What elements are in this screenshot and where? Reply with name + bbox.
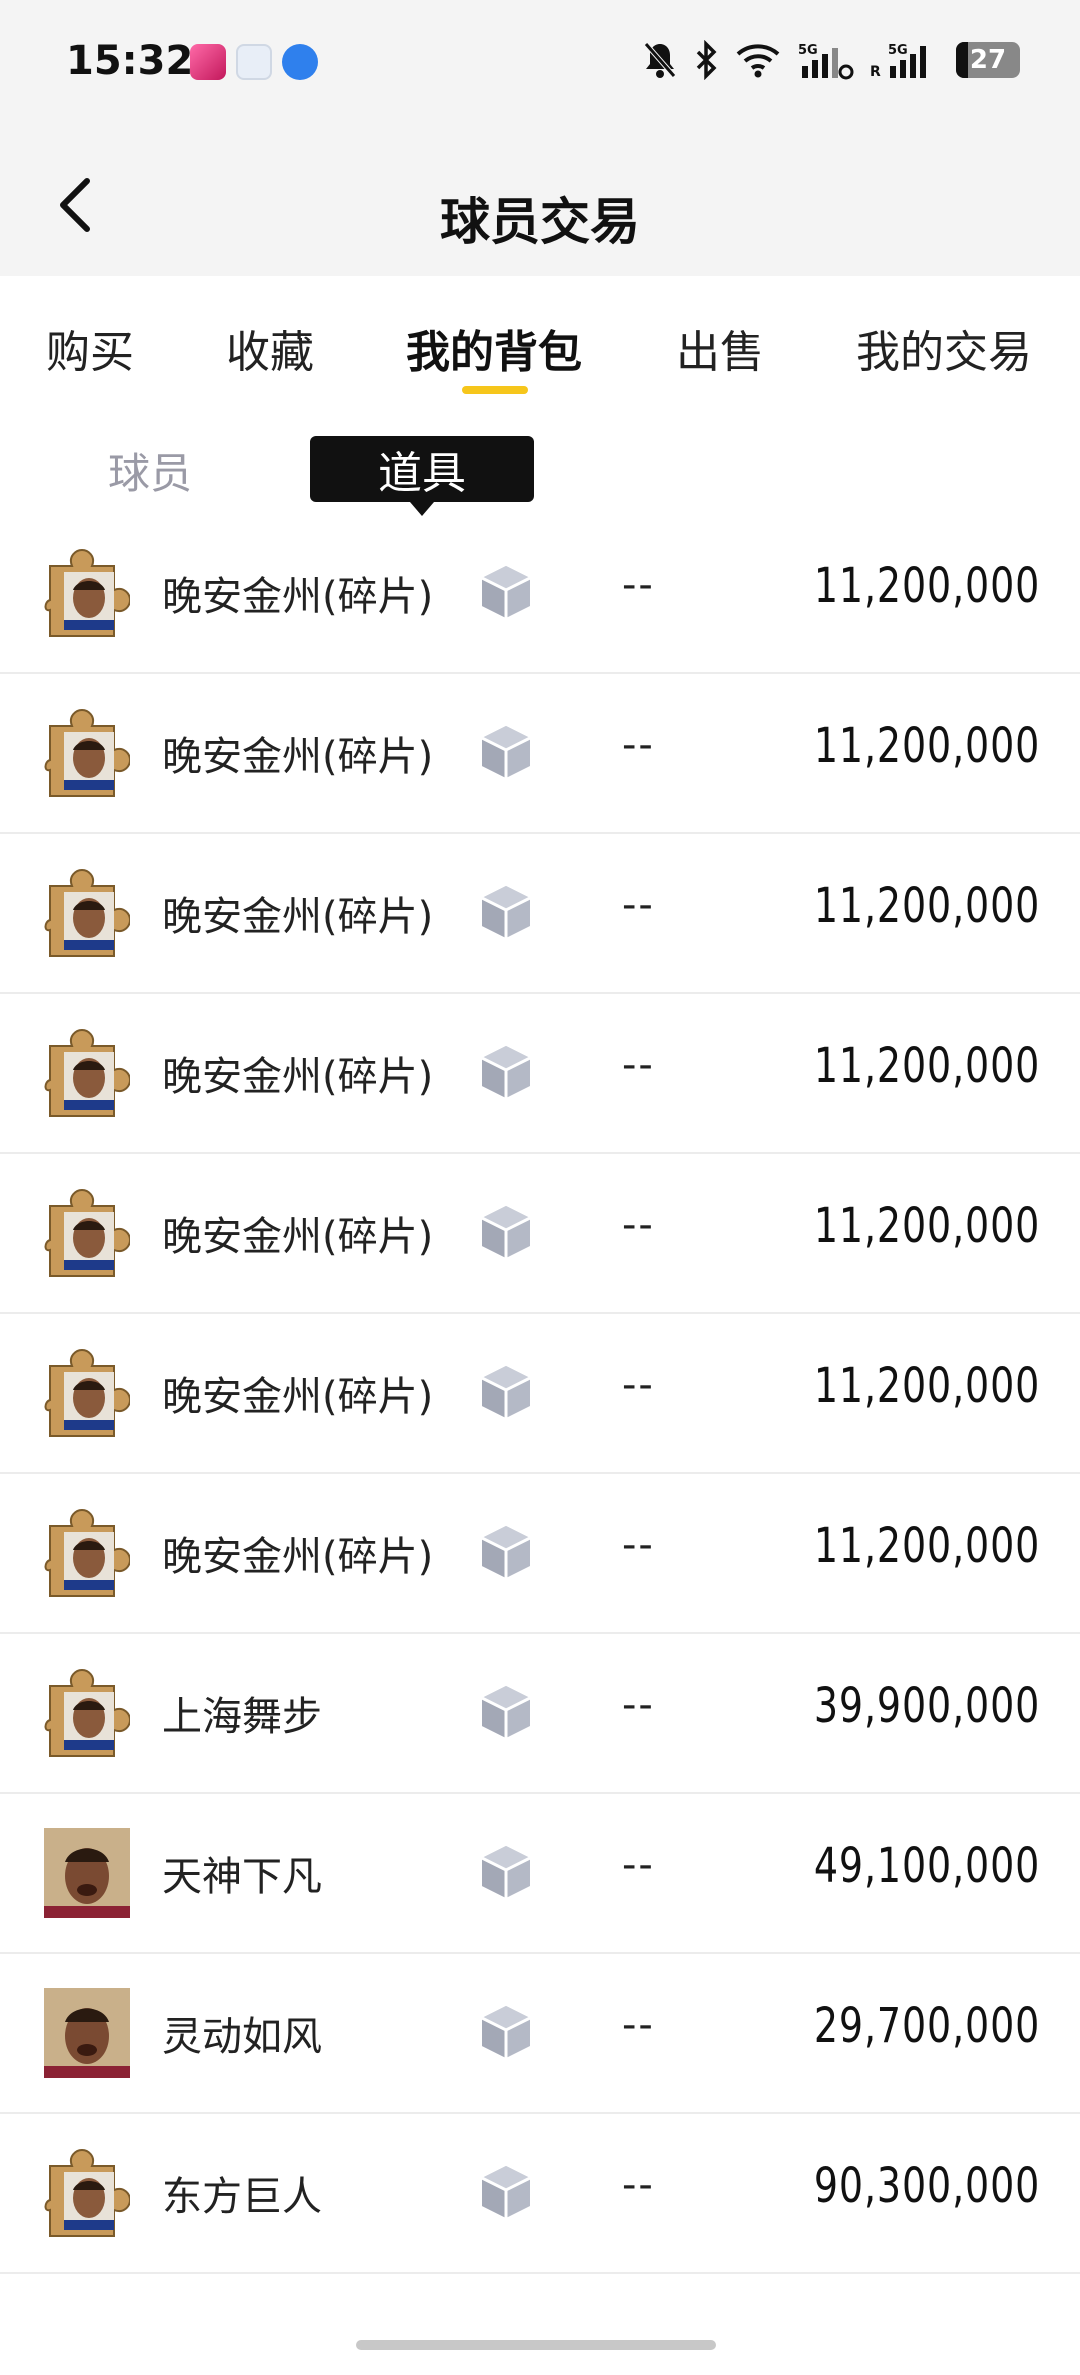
status-time: 15:32 bbox=[66, 38, 194, 84]
item-value: -- bbox=[622, 2162, 655, 2208]
battery-icon: 27 bbox=[956, 42, 1020, 78]
puzzle-player-avatar bbox=[44, 708, 132, 798]
item-value: -- bbox=[622, 1202, 655, 1248]
signal-5g-r-icon: R 5G bbox=[870, 40, 940, 80]
tab-bar: 购买 收藏 我的背包 出售 我的交易 bbox=[0, 276, 1080, 406]
status-indicators: 5G R 5G 27 bbox=[642, 40, 1020, 80]
item-name: 灵动如风 bbox=[162, 2014, 322, 2060]
home-indicator[interactable] bbox=[356, 2340, 716, 2350]
status-bar: 15:32 5G R 5G 27 bbox=[0, 0, 1080, 130]
item-price: 11,200,000 bbox=[813, 1518, 1040, 1574]
player-photo-avatar bbox=[44, 1828, 130, 1918]
item-price: 11,200,000 bbox=[813, 1038, 1040, 1094]
puzzle-player-avatar bbox=[44, 548, 132, 638]
item-name: 晚安金州(碎片) bbox=[162, 1054, 434, 1100]
signal-5g-icon: 5G bbox=[798, 40, 854, 80]
tab-favorites[interactable]: 收藏 bbox=[226, 316, 314, 380]
cube-icon bbox=[478, 2002, 534, 2062]
cube-icon bbox=[478, 722, 534, 782]
wifi-icon bbox=[734, 40, 782, 80]
app-notification-icon bbox=[236, 44, 272, 80]
app-notification-icon bbox=[282, 44, 318, 80]
cube-icon bbox=[478, 2162, 534, 2222]
item-value: -- bbox=[622, 882, 655, 928]
app-notification-icon bbox=[190, 44, 226, 80]
item-price: 11,200,000 bbox=[813, 1358, 1040, 1414]
cube-icon bbox=[478, 1362, 534, 1422]
item-value: -- bbox=[622, 1522, 655, 1568]
item-price: 29,700,000 bbox=[813, 1998, 1040, 2054]
item-name: 晚安金州(碎片) bbox=[162, 734, 434, 780]
active-tab-indicator bbox=[462, 386, 528, 394]
cube-icon bbox=[478, 1842, 534, 1902]
item-value: -- bbox=[622, 1362, 655, 1408]
tab-sell[interactable]: 出售 bbox=[676, 316, 764, 380]
svg-text:5G: 5G bbox=[798, 43, 818, 58]
list-item[interactable]: 晚安金州(碎片) -- 11,200,000 bbox=[0, 834, 1080, 994]
cube-icon bbox=[478, 1202, 534, 1262]
item-price: 11,200,000 bbox=[813, 558, 1040, 614]
puzzle-player-avatar bbox=[44, 2148, 132, 2238]
list-item[interactable]: 晚安金州(碎片) -- 11,200,000 bbox=[0, 994, 1080, 1154]
page-title: 球员交易 bbox=[440, 193, 640, 251]
item-price: 39,900,000 bbox=[813, 1678, 1040, 1734]
item-value: -- bbox=[622, 1842, 655, 1888]
item-name: 晚安金州(碎片) bbox=[162, 894, 434, 940]
puzzle-player-avatar bbox=[44, 1348, 132, 1438]
list-item[interactable]: 上海舞步 -- 39,900,000 bbox=[0, 1634, 1080, 1794]
puzzle-player-avatar bbox=[44, 1188, 132, 1278]
item-price: 11,200,000 bbox=[813, 718, 1040, 774]
list-item[interactable]: 晚安金州(碎片) -- 11,200,000 bbox=[0, 1474, 1080, 1634]
item-value: -- bbox=[622, 562, 655, 608]
item-name: 东方巨人 bbox=[162, 2174, 322, 2220]
item-value: -- bbox=[622, 1682, 655, 1728]
list-item[interactable]: 晚安金州(碎片) -- 11,200,000 bbox=[0, 674, 1080, 834]
tab-my-backpack[interactable]: 我的背包 bbox=[406, 316, 582, 380]
puzzle-player-avatar bbox=[44, 1508, 132, 1598]
cube-icon bbox=[478, 1042, 534, 1102]
cube-icon bbox=[478, 882, 534, 942]
item-name: 晚安金州(碎片) bbox=[162, 1534, 434, 1580]
cube-icon bbox=[478, 562, 534, 622]
list-item[interactable]: 天神下凡 -- 49,100,000 bbox=[0, 1794, 1080, 1954]
item-value: -- bbox=[622, 2002, 655, 2048]
item-name: 天神下凡 bbox=[162, 1854, 322, 1900]
list-item[interactable]: 灵动如风 -- 29,700,000 bbox=[0, 1954, 1080, 2114]
item-value: -- bbox=[622, 1042, 655, 1088]
list-item[interactable]: 东方巨人 -- 90,300,000 bbox=[0, 2114, 1080, 2274]
bluetooth-icon bbox=[694, 40, 718, 80]
item-price: 11,200,000 bbox=[813, 1198, 1040, 1254]
item-price: 90,300,000 bbox=[813, 2158, 1040, 2214]
tab-my-trades[interactable]: 我的交易 bbox=[856, 316, 1032, 380]
svg-text:R: R bbox=[870, 64, 881, 80]
list-item[interactable]: 晚安金州(碎片) -- 11,200,000 bbox=[0, 1154, 1080, 1314]
item-list: 晚安金州(碎片) -- 11,200,000 晚安金州(碎片) -- 11,200,000… bbox=[0, 514, 1080, 2274]
mute-bell-icon bbox=[642, 40, 678, 80]
item-name: 晚安金州(碎片) bbox=[162, 574, 434, 620]
list-item[interactable]: 晚安金州(碎片) -- 11,200,000 bbox=[0, 1314, 1080, 1474]
item-name: 上海舞步 bbox=[162, 1694, 322, 1740]
player-photo-avatar bbox=[44, 1988, 130, 2078]
item-value: -- bbox=[622, 722, 655, 768]
nav-bar: 球员交易 bbox=[0, 130, 1080, 276]
puzzle-player-avatar bbox=[44, 1028, 132, 1118]
list-item[interactable]: 晚安金州(碎片) -- 11,200,000 bbox=[0, 514, 1080, 674]
cube-icon bbox=[478, 1522, 534, 1582]
battery-level: 27 bbox=[969, 45, 1007, 75]
puzzle-player-avatar bbox=[44, 1668, 132, 1758]
item-name: 晚安金州(碎片) bbox=[162, 1374, 434, 1420]
puzzle-player-avatar bbox=[44, 868, 132, 958]
subtab-items[interactable]: 道具 bbox=[310, 436, 534, 516]
tab-buy[interactable]: 购买 bbox=[46, 316, 134, 380]
item-price: 11,200,000 bbox=[813, 878, 1040, 934]
subtab-players[interactable]: 球员 bbox=[108, 440, 192, 501]
cube-icon bbox=[478, 1682, 534, 1742]
item-price: 49,100,000 bbox=[813, 1838, 1040, 1894]
status-app-icons bbox=[190, 44, 318, 80]
item-name: 晚安金州(碎片) bbox=[162, 1214, 434, 1260]
svg-text:5G: 5G bbox=[888, 43, 908, 58]
